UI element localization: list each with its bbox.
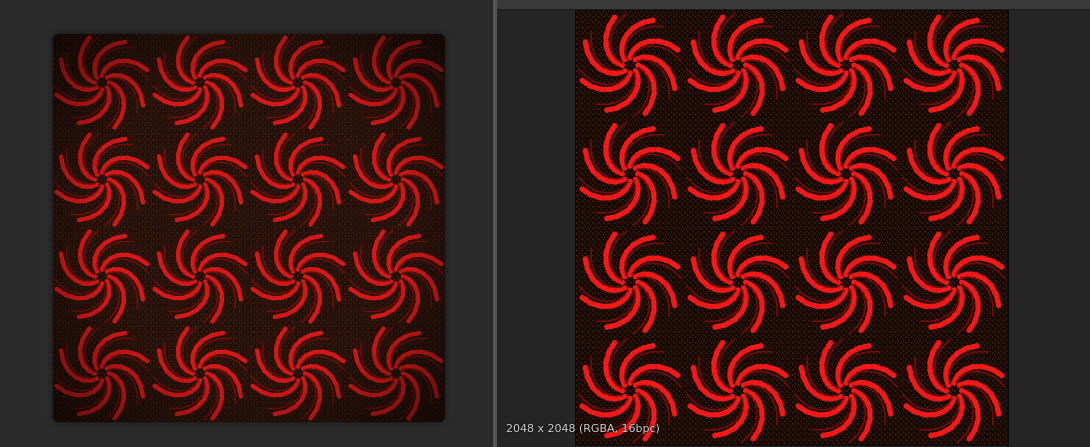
texture-canvas[interactable] xyxy=(575,10,1009,446)
2d-texture-viewport[interactable]: 2048 x 2048 (RGBA, 16bpc) xyxy=(497,0,1090,447)
viewport-toolbar xyxy=(497,0,1090,10)
texture-pattern-svg xyxy=(576,11,1008,445)
material-preview-plane[interactable] xyxy=(53,34,445,422)
preview-pattern-svg xyxy=(53,34,445,422)
3d-preview-viewport[interactable] xyxy=(0,0,493,447)
texture-editor-window: 2048 x 2048 (RGBA, 16bpc) xyxy=(0,0,1090,447)
resolution-label: 2048 x 2048 (RGBA, 16bpc) xyxy=(506,422,660,435)
